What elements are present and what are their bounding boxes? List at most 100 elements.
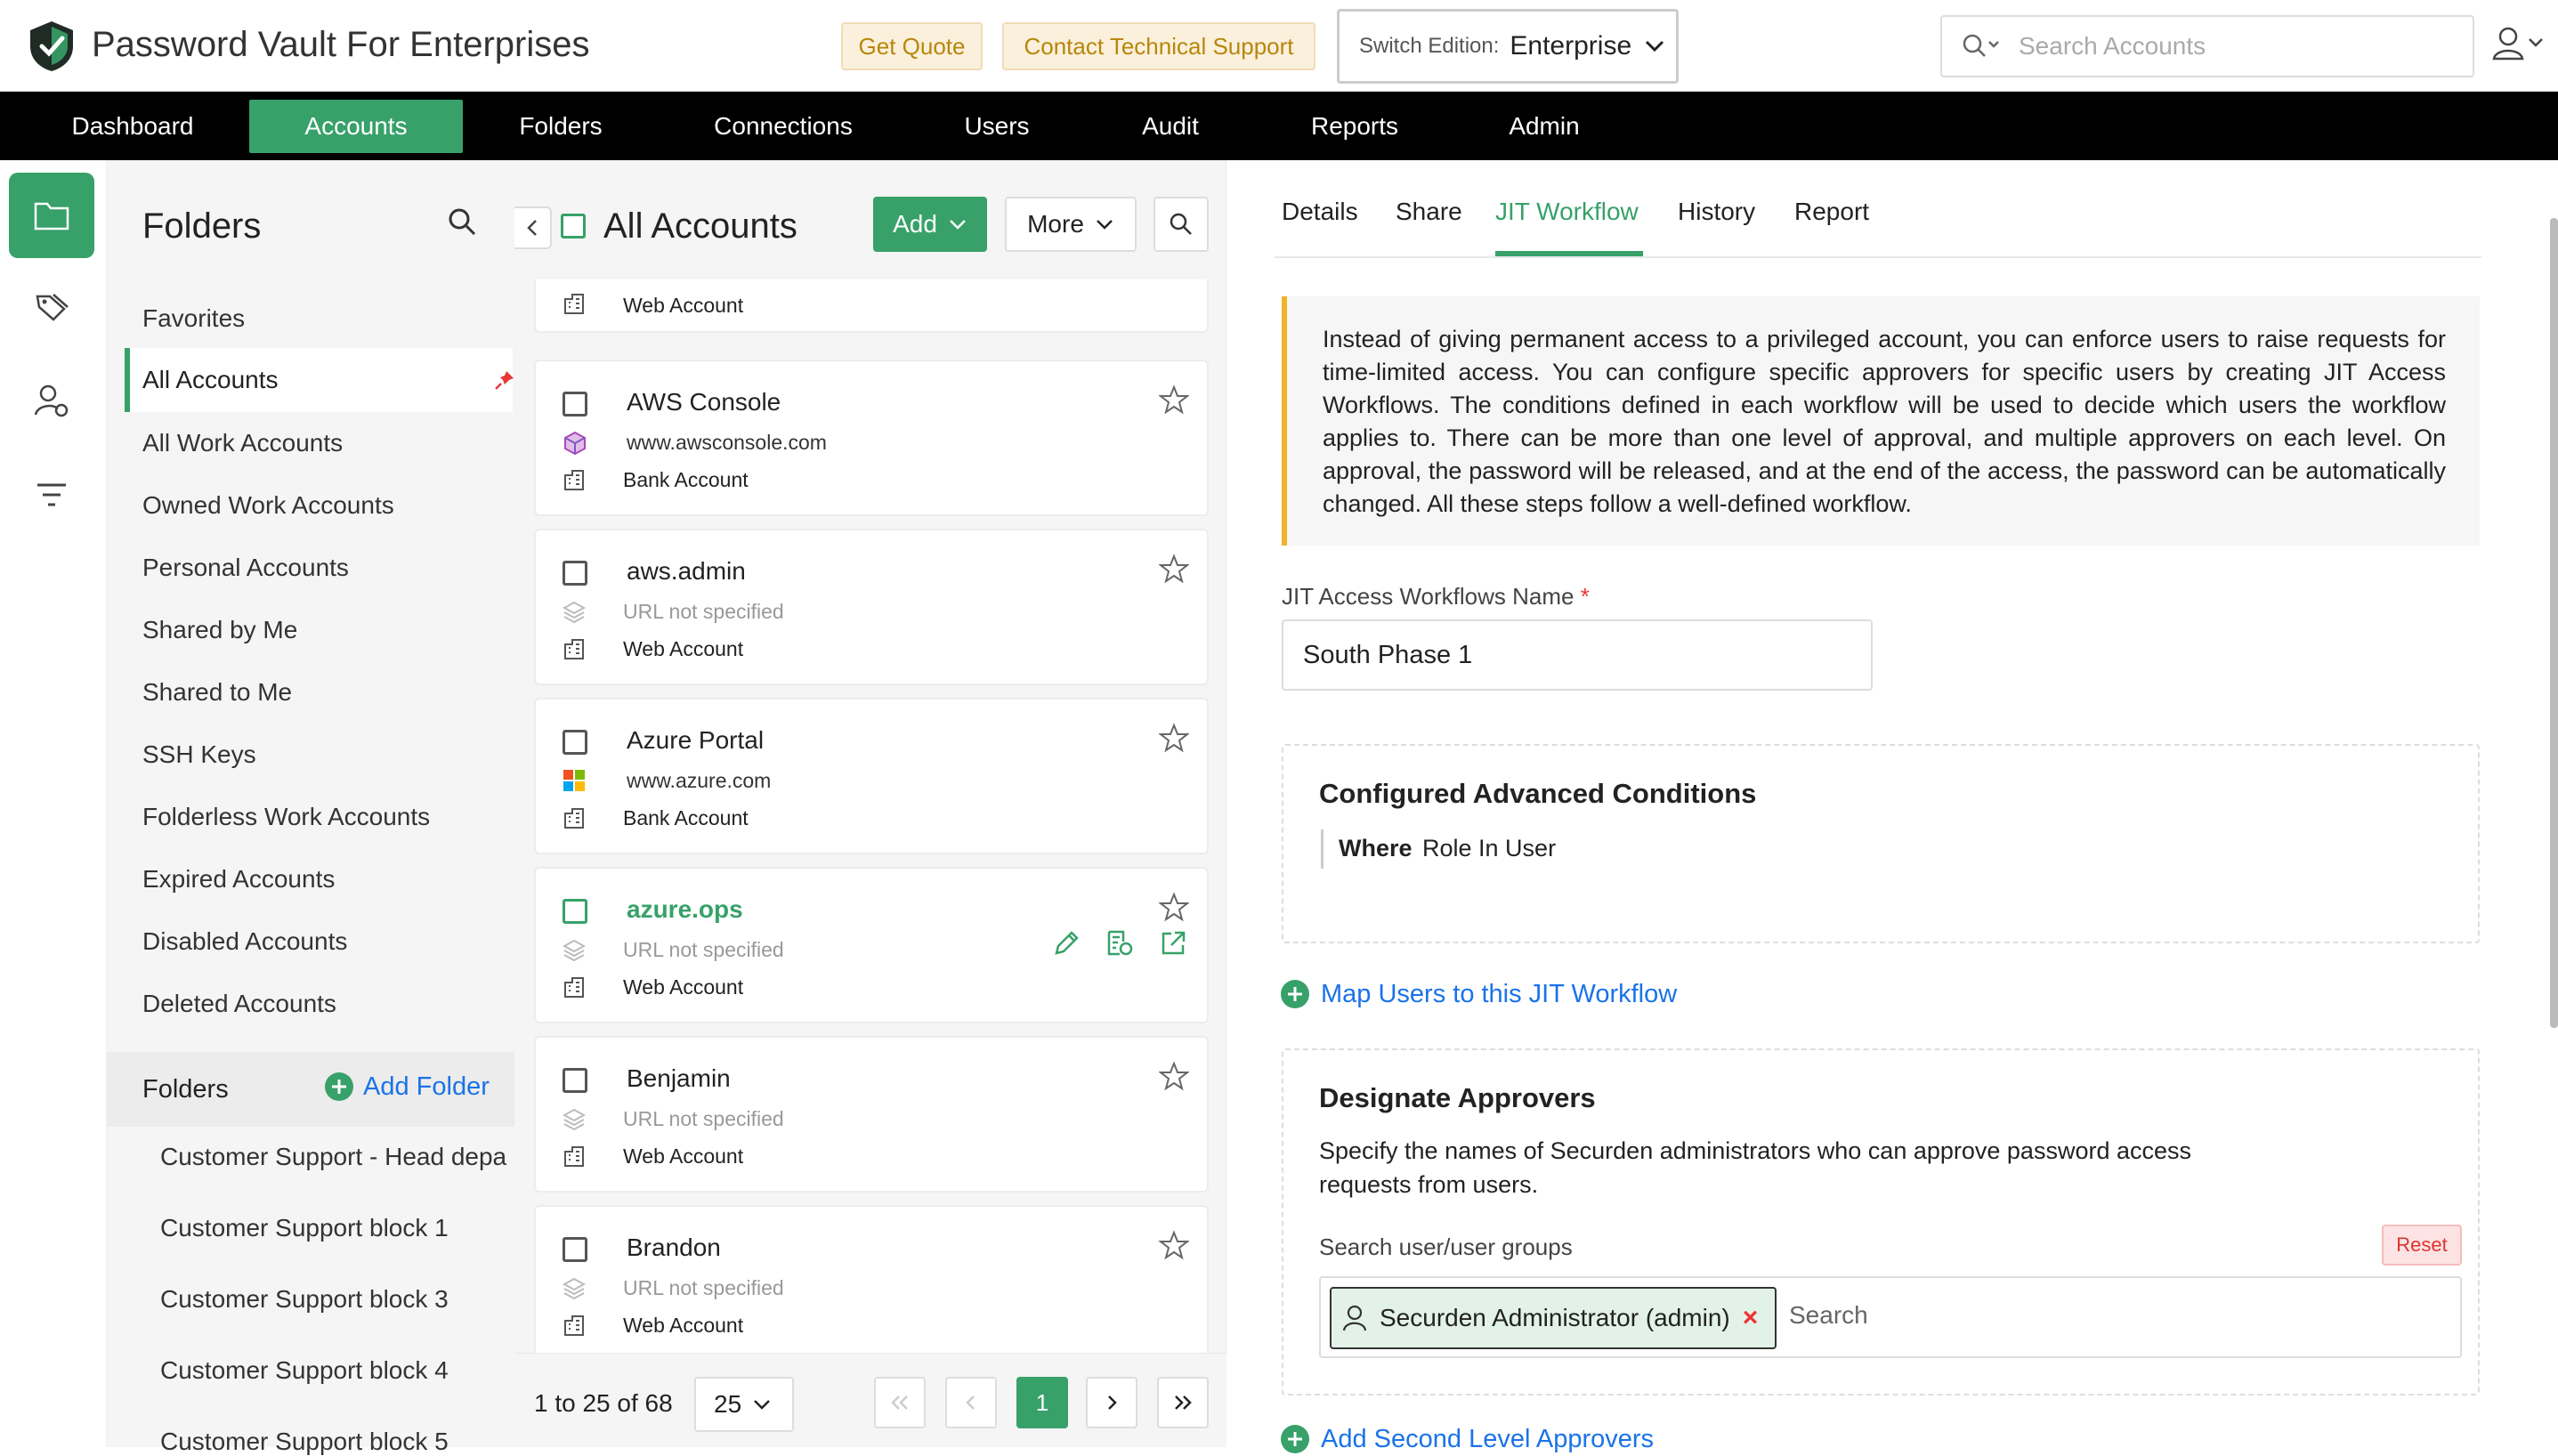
account-checkbox[interactable] — [563, 899, 587, 924]
tab-share[interactable]: Share — [1396, 198, 1462, 226]
more-actions-button[interactable]: More — [1005, 197, 1137, 252]
nav-connections[interactable]: Connections — [694, 92, 872, 160]
add-folder-button[interactable]: Add Folder — [324, 1072, 490, 1102]
account-card[interactable]: AWS Console www.awsconsole.com Bank Acco… — [534, 360, 1209, 516]
add-second-level-link[interactable]: Add Second Level Approvers — [1280, 1424, 1654, 1454]
tab-report[interactable]: Report — [1794, 198, 1869, 226]
map-users-link[interactable]: Map Users to this JIT Workflow — [1280, 979, 1677, 1009]
folder-view-icon[interactable] — [9, 173, 94, 258]
reset-button[interactable]: Reset — [2382, 1225, 2462, 1266]
folder-ssh-keys[interactable]: SSH Keys — [142, 740, 256, 769]
folder-disabled-accounts[interactable]: Disabled Accounts — [142, 927, 347, 956]
building-icon — [563, 1145, 586, 1168]
tab-history[interactable]: History — [1678, 198, 1755, 226]
page-scrollbar[interactable] — [2550, 218, 2558, 1028]
folder-personal-accounts[interactable]: Personal Accounts — [142, 554, 349, 582]
nav-users[interactable]: Users — [943, 92, 1050, 160]
launch-icon[interactable] — [1159, 929, 1187, 958]
favorite-star-icon[interactable] — [1159, 554, 1189, 584]
view-details-icon[interactable] — [1105, 929, 1134, 958]
nav-reports[interactable]: Reports — [1291, 92, 1419, 160]
chevron-right-icon — [1105, 1394, 1119, 1412]
folder-expired-accounts[interactable]: Expired Accounts — [142, 865, 335, 894]
favorite-star-icon[interactable] — [1159, 1230, 1189, 1260]
folder-shared-to-me[interactable]: Shared to Me — [142, 678, 292, 707]
filter-icon[interactable] — [30, 473, 73, 516]
subfolder-item[interactable]: Customer Support block 4 — [160, 1356, 514, 1385]
account-search-input[interactable]: Search Accounts — [1940, 15, 2474, 77]
folder-shared-by-me[interactable]: Shared by Me — [142, 616, 297, 644]
switch-edition-label: Switch Edition: — [1359, 34, 1500, 58]
map-users-label: Map Users to this JIT Workflow — [1321, 979, 1678, 1008]
account-card[interactable]: Azure Portal www.azure.com Bank Account — [534, 698, 1209, 854]
user-menu-icon[interactable] — [2492, 25, 2546, 66]
account-url[interactable]: www.azure.com — [627, 769, 771, 793]
tag-icon[interactable] — [30, 285, 73, 328]
account-checkbox[interactable] — [563, 730, 587, 755]
folder-search-icon[interactable] — [447, 206, 477, 237]
folder-favorites[interactable]: Favorites — [142, 304, 245, 333]
favorite-star-icon[interactable] — [1159, 892, 1189, 922]
favorite-star-icon[interactable] — [1159, 1061, 1189, 1091]
account-card[interactable]: Brandon URL not specified Web Account — [534, 1205, 1209, 1353]
nav-audit[interactable]: Audit — [1121, 92, 1219, 160]
subfolder-item[interactable]: Customer Support block 1 — [160, 1214, 514, 1242]
tab-jit-workflow[interactable]: JIT Workflow — [1495, 198, 1639, 226]
account-card[interactable]: Benjamin URL not specified Web Account — [534, 1036, 1209, 1193]
nav-folders[interactable]: Folders — [498, 92, 623, 160]
account-type: Bank Account — [623, 806, 749, 829]
chevron-down-icon — [741, 1398, 772, 1411]
account-type: Web Account — [623, 1314, 744, 1337]
approvers-description: Specify the names of Securden administra… — [1319, 1137, 2192, 1198]
user-settings-icon[interactable] — [30, 379, 73, 422]
folder-folderless-work-accounts[interactable]: Folderless Work Accounts — [142, 803, 430, 831]
chevron-left-icon — [525, 218, 539, 238]
main-nav: Dashboard Accounts Folders Connections U… — [0, 92, 2558, 160]
accounts-panel: All Accounts Add More Web Account AWS Co… — [514, 160, 1226, 1447]
account-checkbox[interactable] — [563, 561, 587, 586]
account-checkbox[interactable] — [563, 1237, 587, 1262]
next-page-button[interactable] — [1086, 1377, 1137, 1428]
building-icon — [563, 1314, 586, 1337]
per-page-select[interactable]: 25 — [694, 1377, 794, 1432]
tab-details[interactable]: Details — [1282, 198, 1358, 226]
search-icon[interactable] — [1962, 33, 2001, 60]
subfolder-item[interactable]: Customer Support block 3 — [160, 1285, 514, 1314]
nav-admin[interactable]: Admin — [1486, 92, 1602, 160]
switch-edition-dropdown[interactable]: Switch Edition: Enterprise — [1337, 9, 1679, 84]
favorite-star-icon[interactable] — [1159, 384, 1189, 415]
contact-support-button[interactable]: Contact Technical Support — [1002, 22, 1315, 70]
folder-deleted-accounts[interactable]: Deleted Accounts — [142, 990, 336, 1018]
nav-dashboard[interactable]: Dashboard — [39, 92, 226, 160]
account-checkbox[interactable] — [563, 392, 587, 417]
collapse-panel-button[interactable] — [514, 206, 552, 249]
favorite-star-icon[interactable] — [1159, 723, 1189, 753]
account-card-selected[interactable]: azure.ops URL not specified Web Account — [534, 867, 1209, 1023]
get-quote-button[interactable]: Get Quote — [841, 22, 983, 70]
folder-all-accounts[interactable]: All Accounts — [125, 348, 515, 412]
account-card-partial[interactable]: Web Account — [534, 279, 1209, 333]
current-page-button[interactable]: 1 — [1016, 1377, 1068, 1428]
remove-approver-icon[interactable]: × — [1743, 1303, 1759, 1333]
pagination-bar: 1 to 25 of 68 25 1 — [514, 1353, 1226, 1447]
workflow-name-input[interactable]: South Phase 1 — [1282, 619, 1873, 691]
folder-all-work-accounts[interactable]: All Work Accounts — [142, 429, 343, 457]
folder-owned-work-accounts[interactable]: Owned Work Accounts — [142, 491, 394, 520]
app-title: Password Vault For Enterprises — [92, 25, 590, 64]
prev-page-button[interactable] — [945, 1377, 997, 1428]
edit-icon[interactable] — [1052, 929, 1081, 958]
pin-icon[interactable] — [494, 369, 515, 391]
subfolder-item[interactable]: Customer Support block 5 — [160, 1428, 514, 1456]
account-checkbox[interactable] — [563, 1068, 587, 1093]
add-account-button[interactable]: Add — [873, 197, 987, 252]
first-page-button[interactable] — [874, 1377, 926, 1428]
select-all-checkbox[interactable] — [561, 214, 586, 239]
advanced-conditions-box: Configured Advanced Conditions Where Rol… — [1282, 744, 2480, 943]
subfolder-item[interactable]: Customer Support - Head depa — [160, 1143, 514, 1171]
account-url[interactable]: www.awsconsole.com — [627, 431, 827, 455]
approver-search-field[interactable]: Securden Administrator (admin) × Search — [1319, 1276, 2462, 1358]
last-page-button[interactable] — [1157, 1377, 1209, 1428]
accounts-search-button[interactable] — [1154, 197, 1209, 252]
account-card[interactable]: aws.admin URL not specified Web Account — [534, 529, 1209, 685]
nav-accounts[interactable]: Accounts — [249, 100, 463, 153]
